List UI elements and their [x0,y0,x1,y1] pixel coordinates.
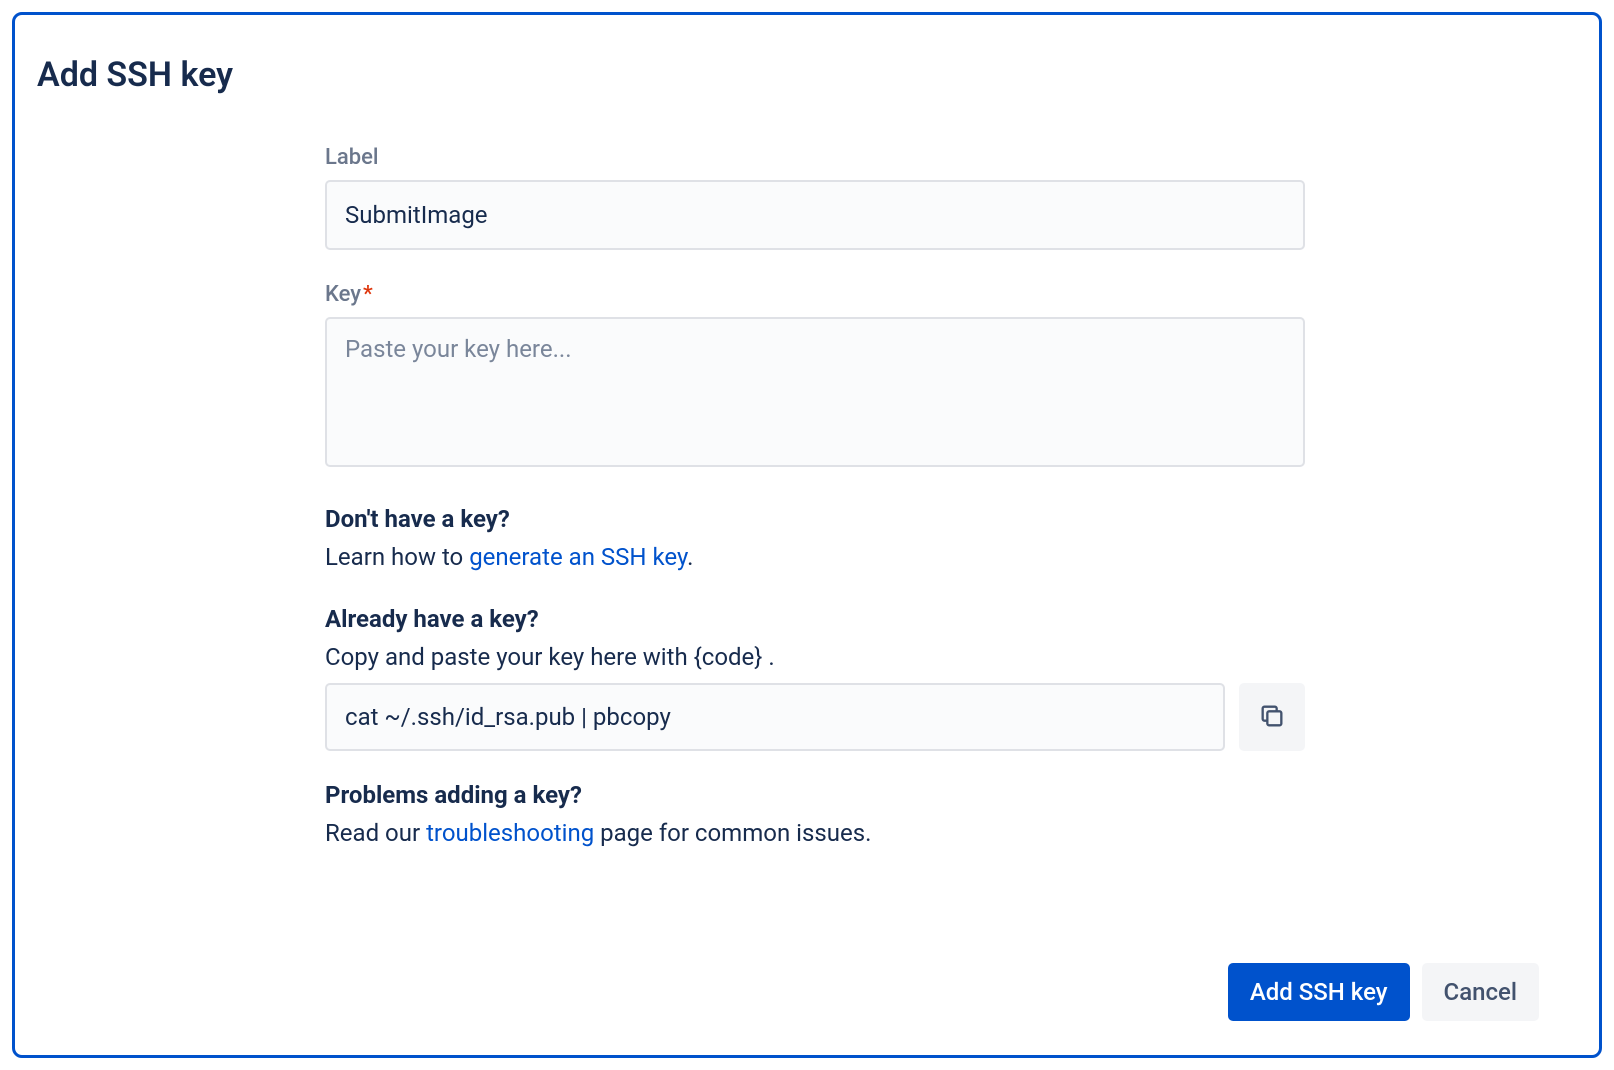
cancel-button[interactable]: Cancel [1422,963,1539,1021]
label-field-label: Label [325,145,1305,170]
add-ssh-key-button[interactable]: Add SSH key [1228,963,1410,1021]
help-have-key-heading: Already have a key? [325,605,1305,633]
form-area: Label Key* Don't have a key? Learn how t… [325,145,1305,851]
help-no-key: Don't have a key? Learn how to generate … [325,505,1305,575]
help-have-key: Already have a key? Copy and paste your … [325,605,1305,751]
help-no-key-prefix: Learn how to [325,543,469,571]
copy-icon [1258,702,1286,733]
key-field-label: Key* [325,282,1305,307]
key-textarea[interactable] [325,317,1305,467]
help-problems: Problems adding a key? Read our troubles… [325,781,1305,851]
help-problems-heading: Problems adding a key? [325,781,1305,809]
help-problems-suffix: page for common issues. [594,819,871,847]
key-label-text: Key [325,282,361,307]
help-no-key-text: Learn how to generate an SSH key. [325,539,1305,575]
code-row: cat ~/.ssh/id_rsa.pub | pbcopy [325,683,1305,751]
code-snippet: cat ~/.ssh/id_rsa.pub | pbcopy [325,683,1225,751]
troubleshooting-link[interactable]: troubleshooting [426,819,594,847]
help-problems-prefix: Read our [325,819,426,847]
help-no-key-suffix: . [687,543,693,571]
copy-button[interactable] [1239,683,1305,751]
help-problems-text: Read our troubleshooting page for common… [325,815,1305,851]
required-asterisk: * [363,282,373,307]
dialog-footer: Add SSH key Cancel [1228,963,1539,1021]
label-input[interactable] [325,180,1305,250]
help-have-key-text: Copy and paste your key here with {code}… [325,639,1305,675]
add-ssh-key-dialog: Add SSH key Label Key* Don't have a key?… [12,12,1602,1058]
generate-ssh-key-link[interactable]: generate an SSH key [469,543,687,571]
help-no-key-heading: Don't have a key? [325,505,1305,533]
dialog-title: Add SSH key [37,55,1577,95]
